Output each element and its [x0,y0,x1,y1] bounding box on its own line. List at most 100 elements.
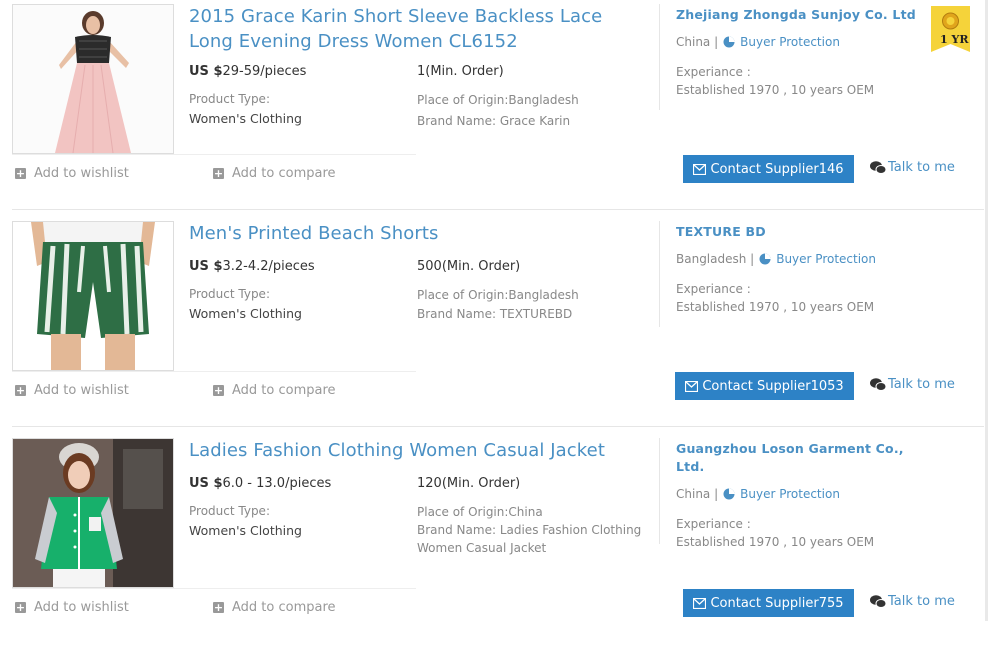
product-title[interactable]: 2015 Grace Karin Short Sleeve Backless L… [189,4,639,54]
talk-label: Talk to me [888,160,955,175]
contact-label: Contact Supplier146 [710,161,844,177]
buyer-protection-link[interactable]: Buyer Protection [723,487,840,501]
divider [659,438,660,544]
add-to-compare-link[interactable]: + Add to compare [213,600,336,615]
buyer-protection-label: Buyer Protection [740,487,840,501]
experience-value: Established 1970 , 10 years OEM [676,300,875,314]
buyer-protection-label: Buyer Protection [740,35,840,49]
experience-value: Established 1970 , 10 years OEM [676,83,875,97]
experience-label: Experiance : [676,517,751,531]
pie-chart-icon [723,36,735,48]
supplier-name[interactable]: Zhejiang Zhongda Sunjoy Co. Ltd [676,6,936,24]
supplier-country: China | Buyer Protection [676,35,840,49]
compare-label: Add to compare [232,600,336,615]
product-image[interactable] [12,221,174,371]
buyer-protection-link[interactable]: Buyer Protection [759,252,876,266]
compare-label: Add to compare [232,166,336,181]
price: US $29-59/pieces [189,64,306,79]
add-to-wishlist-link[interactable]: + Add to wishlist [15,166,129,181]
min-order: 120(Min. Order) [417,476,521,491]
brand-name: Brand Name: TEXTUREBD [417,307,573,321]
contact-label: Contact Supplier755 [710,595,844,611]
product-image[interactable] [12,438,174,588]
wishlist-label: Add to wishlist [34,166,129,181]
jacket-image [13,439,173,587]
place-of-origin: Place of Origin:Bangladesh [417,93,579,107]
envelope-icon [693,597,707,609]
divider [12,154,416,155]
country-label: China | [676,35,719,49]
buyer-protection-link[interactable]: Buyer Protection [723,35,840,49]
product-title[interactable]: Men's Printed Beach Shorts [189,221,639,246]
supplier-country: China | Buyer Protection [676,487,840,501]
wechat-icon [870,161,886,174]
plus-square-icon: + [213,601,224,614]
wishlist-label: Add to wishlist [34,600,129,615]
min-order: 500(Min. Order) [417,259,521,274]
add-to-compare-link[interactable]: + Add to compare [213,383,336,398]
plus-square-icon: + [15,384,26,397]
contact-supplier-button[interactable]: Contact Supplier146 [683,155,854,183]
wechat-icon [870,378,886,391]
shorts-image [13,222,173,370]
wishlist-label: Add to wishlist [34,383,129,398]
pie-chart-icon [759,253,771,265]
row-separator [12,426,984,427]
product-image[interactable] [12,4,174,154]
price-prefix: US $ [189,259,223,274]
country-label: China | [676,487,719,501]
plus-square-icon: + [15,167,26,180]
brand-name: Brand Name: Grace Karin [417,114,571,128]
contact-supplier-button[interactable]: Contact Supplier1053 [675,372,854,400]
supplier-name[interactable]: TEXTURE BD [676,223,936,241]
dress-image [13,5,173,153]
country-label: Bangladesh | [676,252,755,266]
envelope-icon [693,163,707,175]
product-listing: Men's Printed Beach Shorts US $3.2-4.2/p… [0,217,988,434]
price-range: 29-59/pieces [222,64,307,79]
talk-label: Talk to me [888,377,955,392]
divider [12,588,416,589]
talk-to-me-link[interactable]: Talk to me [870,377,955,392]
add-to-wishlist-link[interactable]: + Add to wishlist [15,383,129,398]
product-type-value: Women's Clothing [189,306,302,321]
talk-to-me-link[interactable]: Talk to me [870,160,955,175]
add-to-wishlist-link[interactable]: + Add to wishlist [15,600,129,615]
plus-square-icon: + [213,167,224,180]
buyer-protection-label: Buyer Protection [776,252,876,266]
min-order: 1(Min. Order) [417,64,504,79]
brand-name: Brand Name: Ladies Fashion Clothing Wome… [417,523,642,555]
envelope-icon [685,380,699,392]
product-type-value: Women's Clothing [189,523,302,538]
experience-label: Experiance : [676,65,751,79]
product-listing: Ladies Fashion Clothing Women Casual Jac… [0,434,988,651]
product-type-label: Product Type: [189,287,270,301]
price: US $6.0 - 13.0/pieces [189,476,331,491]
price: US $3.2-4.2/pieces [189,259,315,274]
gold-supplier-badge: 1 YR [931,6,970,52]
product-type-value: Women's Clothing [189,111,302,126]
divider [659,4,660,110]
place-of-origin: Place of Origin:Bangladesh [417,288,579,302]
product-title[interactable]: Ladies Fashion Clothing Women Casual Jac… [189,438,639,463]
plus-square-icon: + [213,384,224,397]
price-prefix: US $ [189,476,223,491]
price-range: 6.0 - 13.0/pieces [222,476,332,491]
supplier-name[interactable]: Guangzhou Loson Garment Co., Ltd. [676,440,916,476]
badge-label: 1 YR [940,33,969,46]
product-listing: 2015 Grace Karin Short Sleeve Backless L… [0,0,988,217]
talk-to-me-link[interactable]: Talk to me [870,594,955,609]
divider [659,221,660,327]
add-to-compare-link[interactable]: + Add to compare [213,166,336,181]
product-type-label: Product Type: [189,504,270,518]
price-prefix: US $ [189,64,223,79]
place-of-origin: Place of Origin:China [417,505,543,519]
plus-square-icon: + [15,601,26,614]
pie-chart-icon [723,488,735,500]
wechat-icon [870,595,886,608]
contact-supplier-button[interactable]: Contact Supplier755 [683,589,854,617]
contact-label: Contact Supplier1053 [702,378,844,394]
divider [12,371,416,372]
compare-label: Add to compare [232,383,336,398]
supplier-country: Bangladesh | Buyer Protection [676,252,876,266]
